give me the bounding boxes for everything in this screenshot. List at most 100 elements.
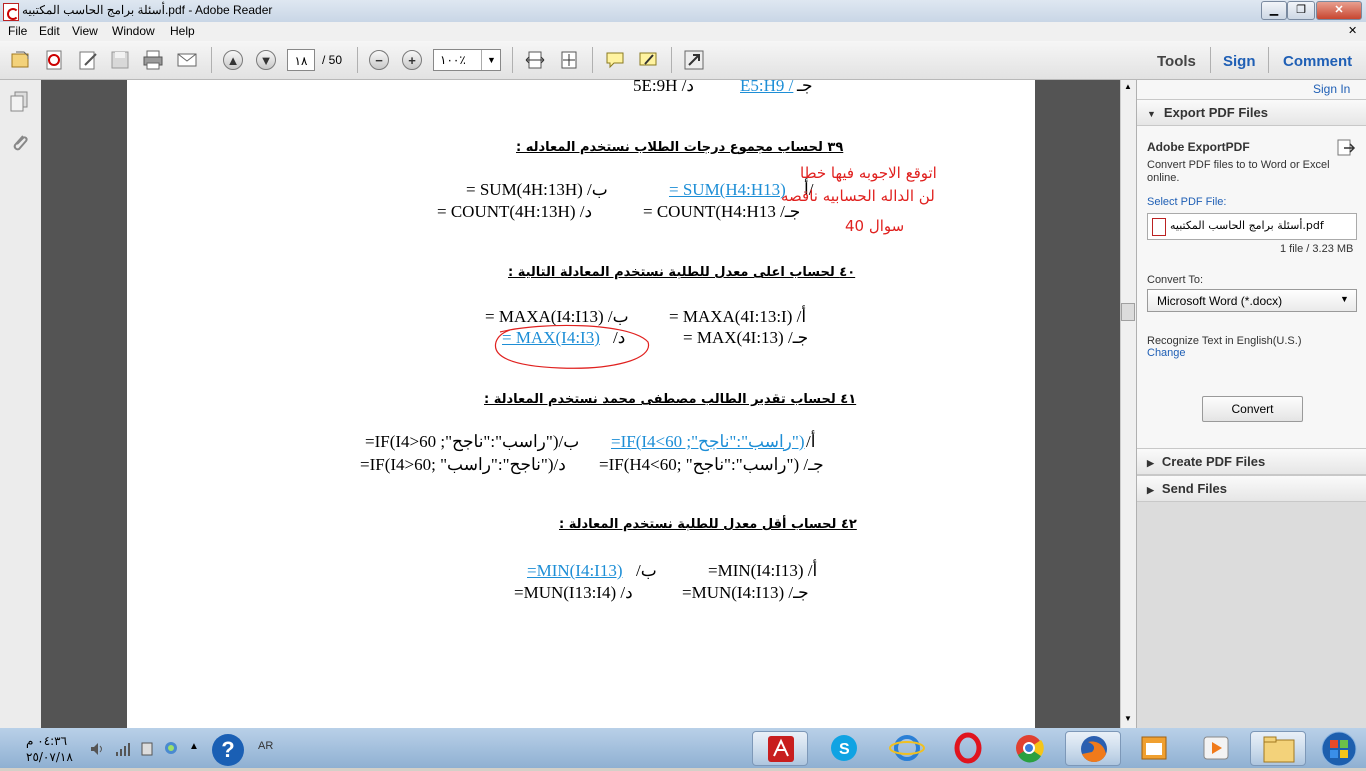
taskbar-skype[interactable]: S xyxy=(816,731,872,766)
print-icon[interactable] xyxy=(142,49,164,71)
menu-close-icon[interactable]: ✕ xyxy=(1348,24,1357,37)
taskbar-adobe-reader[interactable] xyxy=(752,731,808,766)
collapsed-triangle-icon: ▶ xyxy=(1147,485,1154,495)
vertical-scrollbar[interactable]: ▲ ▼ xyxy=(1120,80,1137,728)
email-icon[interactable] xyxy=(176,49,198,71)
taskbar-opera[interactable] xyxy=(940,731,996,766)
q42-option-d: =MUN(I13:I4) /د xyxy=(514,583,633,602)
show-hidden-icons-icon[interactable]: ▲ xyxy=(189,741,199,752)
chevron-down-icon: ▼ xyxy=(1340,294,1349,304)
highlight-icon[interactable] xyxy=(637,49,659,71)
volume-icon[interactable] xyxy=(89,741,105,760)
q42-option-a: =MIN(I4:I13) /أ xyxy=(708,561,818,580)
export-pdf-icon xyxy=(1336,138,1356,161)
q39-title: ٣٩ لحساب مجموع درجات الطلاب نستخدم المعا… xyxy=(516,140,844,155)
attachments-icon[interactable] xyxy=(9,132,31,157)
sync-icon[interactable] xyxy=(163,740,179,759)
fit-width-icon[interactable] xyxy=(524,49,546,71)
menu-help[interactable]: Help xyxy=(170,24,195,38)
taskbar-app[interactable] xyxy=(1126,731,1182,766)
restore-button[interactable]: ❐ xyxy=(1287,1,1315,20)
expanded-triangle-icon: ▼ xyxy=(1147,109,1156,119)
menu-edit[interactable]: Edit xyxy=(39,24,60,38)
save-icon[interactable] xyxy=(109,49,131,71)
convert-to-select[interactable]: Microsoft Word (*.docx) ▼ xyxy=(1147,289,1357,312)
folder-icon xyxy=(1263,736,1295,763)
svg-text:S: S xyxy=(839,741,850,758)
fullscreen-icon[interactable] xyxy=(683,49,705,71)
taskbar-internet-explorer[interactable] xyxy=(879,731,935,766)
export-description-line-2: online. xyxy=(1147,172,1180,184)
open-icon[interactable] xyxy=(10,49,32,71)
toolbar-divider xyxy=(512,47,513,73)
sign-in-link[interactable]: Sign In xyxy=(1313,82,1350,96)
taskbar-file-explorer[interactable] xyxy=(1250,731,1306,766)
language-indicator[interactable]: AR xyxy=(258,740,273,752)
convert-to-value: Microsoft Word (*.docx) xyxy=(1157,294,1283,308)
clock-time[interactable]: ٠٤:٣٦ م xyxy=(26,734,67,748)
top-option-c-label: جـ xyxy=(797,76,813,95)
q40-option-a: = MAXA(4I:13:I) /أ xyxy=(669,307,807,326)
q41-option-c: =IF(H4<60; "راسب":"ناجح") /جـ xyxy=(599,455,824,474)
q39-option-d: = COUNT(4H:13H) /د xyxy=(437,202,593,221)
edit-icon[interactable] xyxy=(77,49,99,71)
comment-icon[interactable] xyxy=(604,49,626,71)
start-button[interactable] xyxy=(1312,730,1366,768)
device-icon[interactable] xyxy=(139,741,155,760)
annotation-line-2: لن الداله الحسابيه ناقصه xyxy=(781,187,935,205)
chevron-down-icon[interactable]: ▼ xyxy=(481,50,501,70)
create-pdf-icon[interactable] xyxy=(43,49,65,71)
zoom-out-icon[interactable]: − xyxy=(369,50,389,70)
firefox-icon xyxy=(1081,736,1107,762)
pages-icon[interactable] xyxy=(9,90,31,115)
scroll-up-icon[interactable]: ▲ xyxy=(1124,82,1132,91)
taskbar-firefox[interactable] xyxy=(1065,731,1121,766)
menu-file[interactable]: File xyxy=(8,24,27,38)
q41-option-d: =IF(I4>60; "ناجح":"راسب")/د xyxy=(360,455,566,474)
zoom-in-icon[interactable]: + xyxy=(402,50,422,70)
clock-date[interactable]: ٢٥/٠٧/١٨ xyxy=(26,750,73,764)
menu-window[interactable]: Window xyxy=(112,24,155,38)
help-icon[interactable]: ? xyxy=(212,734,244,766)
tools-tab[interactable]: Tools xyxy=(1157,53,1196,70)
menu-bar: File Edit View Window Help ✕ xyxy=(0,22,1366,41)
adobe-exportpdf-title: Adobe ExportPDF xyxy=(1147,140,1250,154)
scroll-down-icon[interactable]: ▼ xyxy=(1124,714,1132,723)
windows-start-icon xyxy=(1321,731,1357,767)
q40-option-c: = MAX(4I:13) /جـ xyxy=(683,328,809,347)
convert-to-label: Convert To: xyxy=(1147,274,1204,286)
q39-option-a: = SUM(H4:H13) xyxy=(669,180,786,199)
chrome-icon xyxy=(1016,735,1044,763)
q42-title: ٤٢ لحساب أقل معدل للطلبة نستخدم المعادلة… xyxy=(559,517,857,532)
create-pdf-header-label: Create PDF Files xyxy=(1161,454,1266,469)
previous-page-icon[interactable]: ▲ xyxy=(223,50,243,70)
page-number-input[interactable]: ١٨ xyxy=(287,49,315,71)
export-pdf-header[interactable]: ▼ Export PDF Files xyxy=(1137,99,1366,126)
send-files-header[interactable]: ▶ Send Files xyxy=(1137,475,1366,502)
create-pdf-header[interactable]: ▶ Create PDF Files xyxy=(1137,448,1366,475)
adobe-reader-icon xyxy=(768,736,794,762)
file-info: 1 file / 3.23 MB xyxy=(1280,243,1354,255)
minimize-button[interactable]: ▁ xyxy=(1261,1,1287,20)
close-button[interactable]: ✕ xyxy=(1316,1,1362,20)
toolbar-divider xyxy=(357,47,358,73)
taskbar-media-player[interactable] xyxy=(1188,731,1244,766)
scrollbar-thumb[interactable] xyxy=(1121,303,1135,321)
sign-tab[interactable]: Sign xyxy=(1223,53,1256,70)
next-page-icon[interactable]: ▼ xyxy=(256,50,276,70)
title-bar: أسئلة برامج الحاسب المكتبيه.pdf - Adobe … xyxy=(0,0,1366,22)
panel-empty-area xyxy=(1137,502,1366,728)
media-player-icon xyxy=(1203,736,1229,760)
comment-tab[interactable]: Comment xyxy=(1283,53,1352,70)
pdf-file-icon xyxy=(1152,218,1166,236)
send-files-header-label: Send Files xyxy=(1161,481,1227,496)
convert-button[interactable]: Convert xyxy=(1202,396,1303,422)
q41-option-a-label: /أ xyxy=(806,432,816,451)
network-signal-icon[interactable] xyxy=(115,741,131,760)
taskbar-chrome[interactable] xyxy=(1001,731,1057,766)
selected-file-box[interactable]: أسئلة برامج الحاسب المكتبيه.pdf xyxy=(1147,213,1357,240)
change-link[interactable]: Change xyxy=(1147,347,1186,359)
internet-explorer-icon xyxy=(889,735,925,761)
fit-page-icon[interactable] xyxy=(558,49,580,71)
menu-view[interactable]: View xyxy=(72,24,98,38)
